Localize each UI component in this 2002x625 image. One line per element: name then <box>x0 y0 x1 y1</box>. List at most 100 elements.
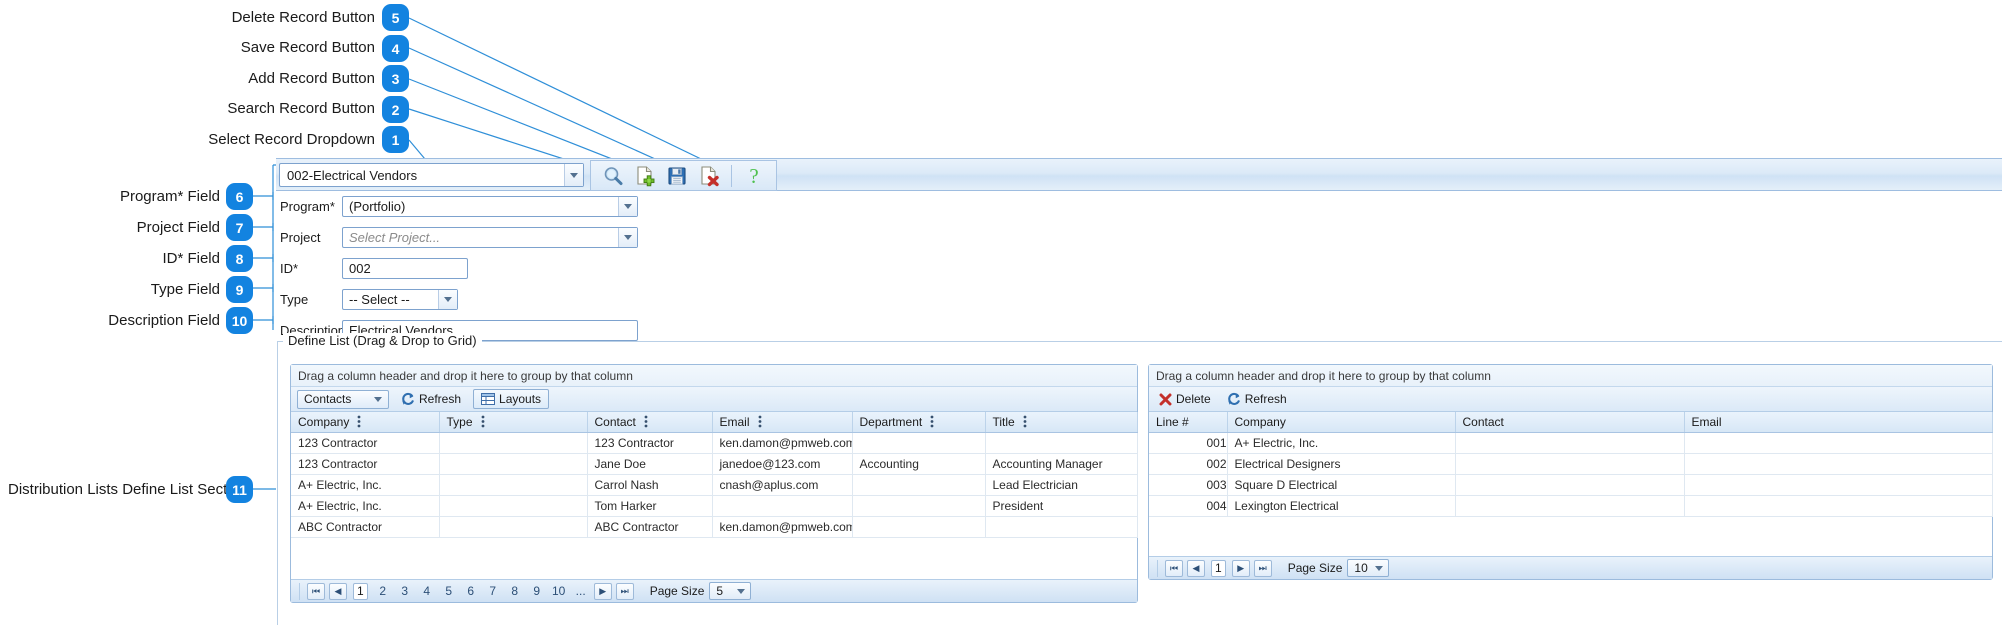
right-refresh-button[interactable]: Refresh <box>1223 389 1291 409</box>
chevron-down-icon[interactable] <box>374 396 382 402</box>
page-size-value: 10 <box>1354 561 1368 575</box>
refresh-icon <box>402 392 414 405</box>
page-number-6[interactable]: 6 <box>464 583 478 600</box>
table-row[interactable]: ABC Contractor ABC Contractor ken.damon@… <box>291 516 1138 538</box>
page-number-7[interactable]: 7 <box>486 583 500 600</box>
record-action-buttons: ? <box>590 160 777 191</box>
table-row[interactable]: 002 Electrical Designers <box>1149 453 1993 475</box>
column-header-title[interactable]: Title <box>985 412 1138 433</box>
cell-email <box>1684 432 1993 454</box>
column-menu-icon[interactable] <box>357 415 361 428</box>
previous-page-button[interactable]: ◀ <box>1187 559 1205 577</box>
program-field-label: Program* <box>280 198 335 214</box>
column-menu-icon[interactable] <box>481 415 485 428</box>
column-header-label: Contact <box>594 415 636 429</box>
cell-company: A+ Electric, Inc. <box>291 495 440 517</box>
chevron-down-icon[interactable] <box>438 289 457 309</box>
cell-company: Lexington Electrical <box>1227 495 1456 517</box>
column-menu-icon[interactable] <box>1023 415 1027 428</box>
cell-email: cnash@aplus.com <box>712 474 853 496</box>
cell-company: 123 Contractor <box>291 432 440 454</box>
select-record-dropdown[interactable]: 002-Electrical Vendors <box>279 163 584 187</box>
column-menu-icon[interactable] <box>930 415 934 428</box>
page-size-dropdown[interactable]: 5 <box>709 582 752 600</box>
cell-company: 123 Contractor <box>291 453 440 475</box>
left-group-by-dropzone[interactable]: Drag a column header and drop it here to… <box>291 365 1137 387</box>
table-row[interactable]: 123 Contractor Jane Doe janedoe@123.com … <box>291 453 1138 475</box>
last-page-button[interactable]: ⏭ <box>615 582 634 600</box>
table-row[interactable]: 123 Contractor 123 Contractor ken.damon@… <box>291 432 1138 454</box>
toolbar-separator <box>731 164 732 187</box>
cell-contact <box>1455 453 1685 475</box>
callout-label-select-record-dropdown: Select Record Dropdown <box>208 131 375 148</box>
right-group-by-dropzone[interactable]: Drag a column header and drop it here to… <box>1149 365 1992 387</box>
save-record-button[interactable] <box>661 161 693 190</box>
column-header-contact[interactable]: Contact <box>587 412 713 433</box>
page-size-dropdown[interactable]: 10 <box>1347 559 1390 577</box>
contacts-source-dropdown[interactable]: Contacts <box>297 389 389 409</box>
cell-department: Accounting <box>852 453 986 475</box>
id-field[interactable]: 002 <box>342 257 468 279</box>
chevron-down-icon[interactable] <box>737 588 746 594</box>
last-page-button[interactable]: ⏭ <box>1253 559 1272 577</box>
column-header-email[interactable]: Email <box>712 412 853 433</box>
svg-text:?: ? <box>749 165 758 187</box>
program-field[interactable]: (Portfolio) <box>342 195 638 217</box>
table-row[interactable]: 001 A+ Electric, Inc. <box>1149 432 1993 454</box>
column-header-company[interactable]: Company <box>1227 412 1456 433</box>
column-header-type[interactable]: Type <box>439 412 588 433</box>
right-grid-command-bar: Delete Refresh <box>1149 387 1992 412</box>
type-field[interactable]: -- Select -- <box>342 288 458 310</box>
column-header-department[interactable]: Department <box>852 412 986 433</box>
table-row[interactable]: 003 Square D Electrical <box>1149 474 1993 496</box>
project-field[interactable]: Select Project... <box>342 226 638 248</box>
column-header-company[interactable]: Company <box>291 412 440 433</box>
column-menu-icon[interactable] <box>644 415 648 428</box>
chevron-down-icon[interactable] <box>564 164 583 186</box>
column-header-line-number[interactable]: Line # <box>1149 412 1228 433</box>
layouts-button[interactable]: Layouts <box>473 389 550 409</box>
page-size-label: Page Size <box>1287 561 1343 575</box>
distribution-grid-header-row: Line # Company Contact Email <box>1149 412 1993 433</box>
cell-company: A+ Electric, Inc. <box>291 474 440 496</box>
delete-record-button[interactable] <box>693 161 725 190</box>
table-row[interactable]: 004 Lexington Electrical <box>1149 495 1993 517</box>
page-number-4[interactable]: 4 <box>420 583 434 600</box>
column-menu-icon[interactable] <box>758 415 762 428</box>
column-header-label: Email <box>719 415 750 429</box>
cell-contact: 123 Contractor <box>587 432 713 454</box>
page-number-8[interactable]: 8 <box>508 583 522 600</box>
page-number-1[interactable]: 1 <box>1211 559 1226 577</box>
next-page-button[interactable]: ▶ <box>593 582 612 600</box>
chevron-down-icon[interactable] <box>618 196 637 216</box>
page-number-9[interactable]: 9 <box>530 583 544 600</box>
next-page-button[interactable]: ▶ <box>1231 559 1250 577</box>
page-number-2[interactable]: 2 <box>376 583 390 600</box>
page-number-3[interactable]: 3 <box>398 583 412 600</box>
help-button[interactable]: ? <box>738 161 770 190</box>
table-row[interactable]: A+ Electric, Inc. Carrol Nash cnash@aplu… <box>291 474 1138 496</box>
page-number-1[interactable]: 1 <box>353 582 368 600</box>
magnifier-icon <box>604 166 623 185</box>
cell-department <box>852 516 986 538</box>
first-page-button[interactable]: ⏮ <box>307 582 325 600</box>
callout-badge-6: 6 <box>226 183 253 210</box>
page-number-10[interactable]: 10 <box>552 583 566 600</box>
column-header-contact[interactable]: Contact <box>1455 412 1685 433</box>
right-refresh-label: Refresh <box>1244 392 1287 406</box>
table-row[interactable]: A+ Electric, Inc. Tom Harker President <box>291 495 1138 517</box>
add-record-button[interactable] <box>629 161 661 190</box>
callout-badge-3: 3 <box>382 65 409 92</box>
chevron-down-icon[interactable] <box>618 227 637 247</box>
search-record-button[interactable] <box>597 161 629 190</box>
page-number-5[interactable]: 5 <box>442 583 456 600</box>
previous-page-button[interactable]: ◀ <box>329 582 347 600</box>
left-refresh-button[interactable]: Refresh <box>397 389 465 409</box>
chevron-down-icon[interactable] <box>1375 565 1384 571</box>
page-ellipsis[interactable]: ... <box>574 583 588 600</box>
delete-line-button[interactable]: Delete <box>1155 389 1215 409</box>
layouts-icon <box>481 393 496 405</box>
column-header-email[interactable]: Email <box>1684 412 1993 433</box>
project-field-row: Project Select Project... <box>280 226 638 248</box>
first-page-button[interactable]: ⏮ <box>1165 559 1183 577</box>
